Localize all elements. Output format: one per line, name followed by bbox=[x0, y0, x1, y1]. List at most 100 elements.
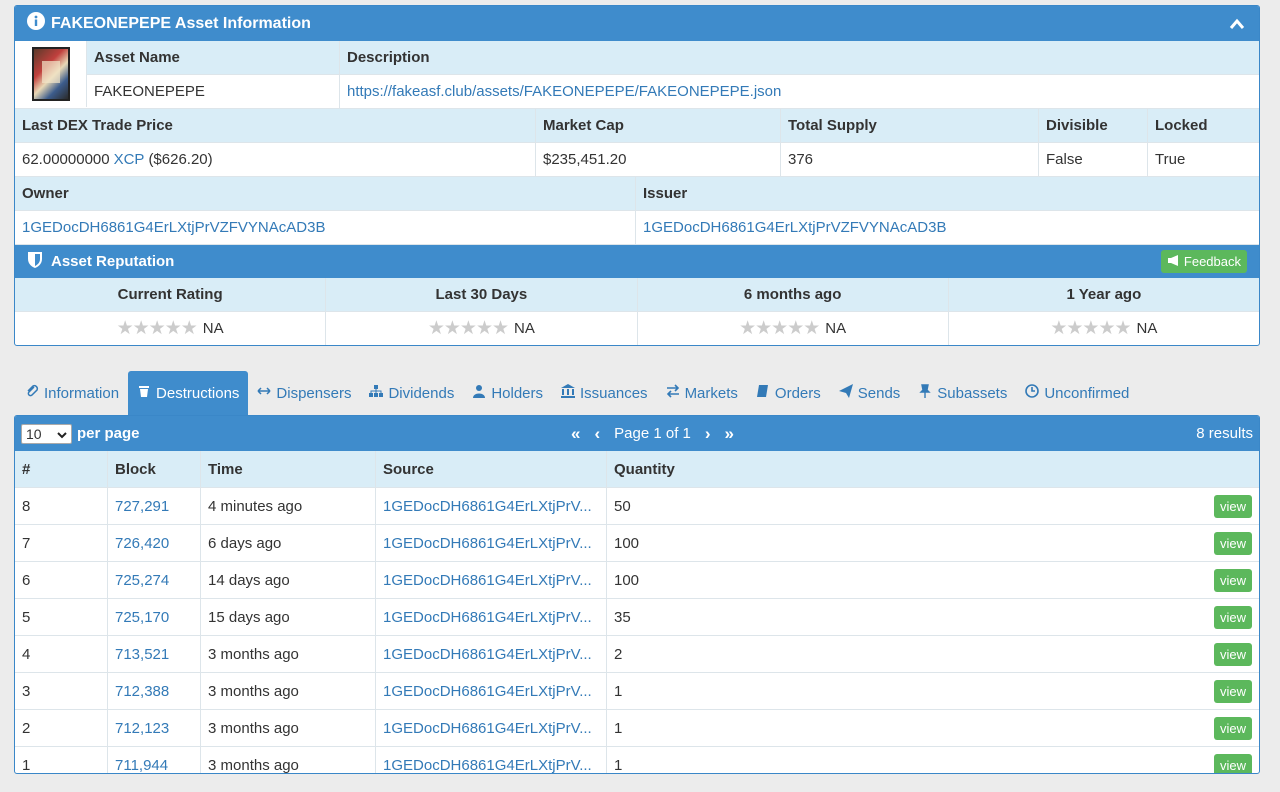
asset-thumbnail[interactable] bbox=[15, 41, 87, 107]
feedback-label: Feedback bbox=[1183, 254, 1241, 269]
rep-30days: ★★★★★ NA bbox=[326, 312, 638, 345]
bank-icon bbox=[561, 384, 576, 402]
tab-label: Holders bbox=[491, 384, 544, 402]
source-link[interactable]: 1GEDocDH6861G4ErLXtjPrV... bbox=[376, 562, 607, 598]
quantity-value: 35 bbox=[614, 608, 631, 626]
view-button[interactable]: view bbox=[1213, 679, 1252, 703]
table-header-row: # Block Time Source Quantity bbox=[15, 451, 1259, 488]
source-link[interactable]: 1GEDocDH6861G4ErLXtjPrV... bbox=[376, 488, 607, 524]
market-value-row: 62.00000000 XCP ($626.20) $235,451.20 37… bbox=[15, 143, 1259, 177]
quantity: 1 view bbox=[607, 673, 1259, 709]
source-link[interactable]: 1GEDocDH6861G4ErLXtjPrV... bbox=[376, 710, 607, 746]
tab-unconfirmed[interactable]: Unconfirmed bbox=[1016, 371, 1138, 415]
total-supply-header: Total Supply bbox=[781, 109, 1039, 142]
last-page-icon[interactable]: » bbox=[725, 424, 734, 444]
tab-destructions[interactable]: Destructions bbox=[128, 371, 249, 415]
source-link[interactable]: 1GEDocDH6861G4ErLXtjPrV... bbox=[376, 525, 607, 561]
block-link[interactable]: 725,274 bbox=[108, 562, 201, 598]
col-source-header: Source bbox=[376, 451, 607, 487]
tab-orders[interactable]: Orders bbox=[747, 371, 830, 415]
tab-subassets[interactable]: Subassets bbox=[909, 371, 1016, 415]
quantity-value: 100 bbox=[614, 571, 640, 589]
sitemap-icon bbox=[369, 384, 384, 402]
divisible-header: Divisible bbox=[1039, 109, 1148, 142]
rep-6months-value: NA bbox=[825, 320, 847, 337]
rep-col-6months: 6 months ago bbox=[638, 278, 949, 311]
view-button[interactable]: view bbox=[1213, 753, 1252, 773]
rep-6months: ★★★★★ NA bbox=[638, 312, 949, 345]
rep-1year-value: NA bbox=[1136, 320, 1158, 337]
chevron-down-icon bbox=[57, 426, 67, 442]
next-page-icon[interactable]: › bbox=[705, 424, 711, 444]
reputation-columns: Current Rating Last 30 Days 6 months ago… bbox=[15, 278, 1259, 312]
number: 2 bbox=[15, 710, 108, 746]
view-button[interactable]: view bbox=[1213, 605, 1252, 629]
col-time-header: Time bbox=[201, 451, 376, 487]
destructions-panel: 10 per page « ‹ Page 1 of 1 › » 8 result… bbox=[14, 415, 1260, 774]
owner-header-row: Owner Issuer bbox=[15, 177, 1259, 211]
tab-dispensers[interactable]: Dispensers bbox=[248, 371, 360, 415]
tab-markets[interactable]: Markets bbox=[657, 371, 747, 415]
tab-information[interactable]: Information bbox=[16, 371, 128, 415]
exchange-icon bbox=[666, 384, 680, 402]
star-rating-icon: ★★★★★ bbox=[427, 318, 509, 339]
feedback-button[interactable]: Feedback bbox=[1160, 250, 1247, 273]
reputation-values: ★★★★★ NA ★★★★★ NA ★★★★★ NA ★★★★★ NA bbox=[15, 312, 1259, 345]
block-link[interactable]: 725,170 bbox=[108, 599, 201, 635]
shield-icon bbox=[27, 251, 43, 273]
locked-header: Locked bbox=[1155, 117, 1208, 134]
issuer-link[interactable]: 1GEDocDH6861G4ErLXtjPrVZFVYNAcAD3B bbox=[636, 211, 1259, 244]
source-link[interactable]: 1GEDocDH6861G4ErLXtjPrV... bbox=[376, 747, 607, 773]
owner-link[interactable]: 1GEDocDH6861G4ErLXtjPrVZFVYNAcAD3B bbox=[15, 211, 636, 244]
time: 3 months ago bbox=[201, 673, 376, 709]
view-button[interactable]: view bbox=[1213, 494, 1252, 518]
results-count: 8 results bbox=[1196, 425, 1253, 442]
number: 3 bbox=[15, 673, 108, 709]
number: 4 bbox=[15, 636, 108, 672]
table-row: 4 713,521 3 months ago 1GEDocDH6861G4ErLXtj… bbox=[15, 636, 1259, 673]
time: 3 months ago bbox=[201, 636, 376, 672]
quantity-value: 1 bbox=[614, 682, 623, 700]
prev-page-icon[interactable]: ‹ bbox=[594, 424, 600, 444]
tab-holders[interactable]: Holders bbox=[463, 371, 552, 415]
collapse-chevron-icon[interactable] bbox=[1227, 14, 1247, 34]
source-link[interactable]: 1GEDocDH6861G4ErLXtjPrV... bbox=[376, 673, 607, 709]
xcp-link[interactable]: XCP bbox=[114, 151, 145, 168]
view-button[interactable]: view bbox=[1213, 531, 1252, 555]
per-page-value: 10 bbox=[26, 425, 42, 442]
block-link[interactable]: 726,420 bbox=[108, 525, 201, 561]
view-button[interactable]: view bbox=[1213, 642, 1252, 666]
quantity-value: 100 bbox=[614, 534, 640, 552]
time: 14 days ago bbox=[201, 562, 376, 598]
quantity: 1 view bbox=[607, 710, 1259, 746]
quantity: 100 view bbox=[607, 525, 1259, 561]
per-page-select[interactable]: 10 bbox=[21, 423, 72, 444]
page-indicator: Page 1 of 1 bbox=[614, 425, 691, 442]
block-link[interactable]: 713,521 bbox=[108, 636, 201, 672]
time: 15 days ago bbox=[201, 599, 376, 635]
star-rating-icon: ★★★★★ bbox=[739, 318, 820, 339]
source-link[interactable]: 1GEDocDH6861G4ErLXtjPrV... bbox=[376, 636, 607, 672]
first-page-icon[interactable]: « bbox=[571, 424, 580, 444]
tab-label: Destructions bbox=[156, 384, 240, 402]
view-button[interactable]: view bbox=[1213, 568, 1252, 592]
tab-sends[interactable]: Sends bbox=[830, 371, 910, 415]
block-link[interactable]: 712,123 bbox=[108, 710, 201, 746]
table-toolbar: 10 per page « ‹ Page 1 of 1 › » 8 result… bbox=[15, 416, 1259, 451]
block-link[interactable]: 727,291 bbox=[108, 488, 201, 524]
block-link[interactable]: 711,944 bbox=[108, 747, 201, 773]
source-link[interactable]: 1GEDocDH6861G4ErLXtjPrV... bbox=[376, 599, 607, 635]
description-link[interactable]: https://fakeasf.club/assets/FAKEONEPEPE/… bbox=[340, 75, 1259, 108]
quantity: 1 view bbox=[607, 747, 1259, 774]
paper-plane-icon bbox=[838, 384, 853, 402]
tab-issuances[interactable]: Issuances bbox=[552, 371, 657, 415]
reputation-title: Asset Reputation bbox=[51, 253, 175, 270]
pagination: « ‹ Page 1 of 1 › » bbox=[571, 424, 734, 444]
quantity-value: 1 bbox=[614, 756, 623, 774]
tab-label: Markets bbox=[684, 384, 738, 402]
time: 6 days ago bbox=[201, 525, 376, 561]
tab-dividends[interactable]: Dividends bbox=[360, 371, 463, 415]
block-link[interactable]: 712,388 bbox=[108, 673, 201, 709]
tab-label: Dispensers bbox=[276, 384, 352, 402]
view-button[interactable]: view bbox=[1213, 716, 1252, 740]
